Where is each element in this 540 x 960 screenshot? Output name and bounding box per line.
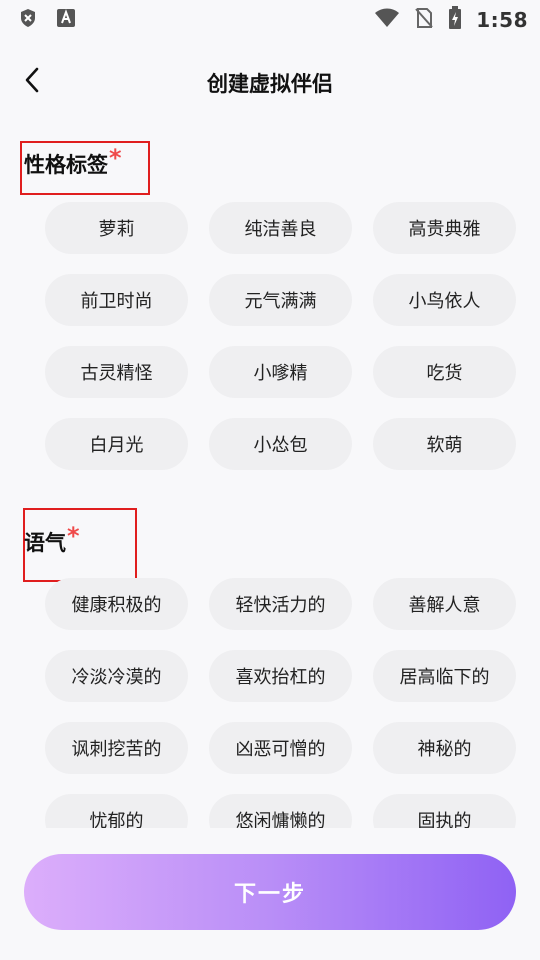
tag-chip[interactable]: 纯洁善良 <box>209 202 352 254</box>
required-mark: * <box>109 144 122 172</box>
tag-chip[interactable]: 白月光 <box>45 418 188 470</box>
status-bar: 1:58 <box>0 0 540 36</box>
tag-chip[interactable]: 凶恶可憎的 <box>209 722 352 774</box>
tag-chip[interactable]: 小鸟依人 <box>373 274 516 326</box>
tag-chip[interactable]: 高贵典雅 <box>373 202 516 254</box>
next-step-button[interactable]: 下一步 <box>24 854 516 930</box>
tag-chip[interactable]: 软萌 <box>373 418 516 470</box>
tag-chip[interactable]: 元气满满 <box>209 274 352 326</box>
tag-chip[interactable]: 小嗲精 <box>209 346 352 398</box>
tag-chip[interactable]: 固执的 <box>373 794 516 828</box>
tag-chip[interactable]: 悠闲慵懒的 <box>209 794 352 828</box>
personality-tag-grid: 萝莉 纯洁善良 高贵典雅 前卫时尚 元气满满 小鸟依人 古灵精怪 小嗲精 吃货 … <box>45 202 516 470</box>
no-sim-icon <box>414 7 434 33</box>
text-format-icon <box>56 7 76 29</box>
form-content[interactable]: 性格标签* 萝莉 纯洁善良 高贵典雅 前卫时尚 元气满满 小鸟依人 古灵精怪 小… <box>0 124 540 828</box>
tag-chip[interactable]: 讽刺挖苦的 <box>45 722 188 774</box>
tag-chip[interactable]: 居高临下的 <box>373 650 516 702</box>
shield-x-icon <box>18 7 38 29</box>
tag-chip[interactable]: 吃货 <box>373 346 516 398</box>
tone-tag-grid: 健康积极的 轻快活力的 善解人意 冷淡冷漠的 喜欢抬杠的 居高临下的 讽刺挖苦的… <box>45 578 516 828</box>
battery-charging-icon <box>448 6 462 34</box>
section-title-tone-text: 语气 <box>24 531 66 555</box>
tag-chip[interactable]: 善解人意 <box>373 578 516 630</box>
tag-chip[interactable]: 忧郁的 <box>45 794 188 828</box>
section-title-personality-text: 性格标签 <box>24 153 108 177</box>
tag-chip[interactable]: 喜欢抬杠的 <box>209 650 352 702</box>
tag-chip[interactable]: 前卫时尚 <box>45 274 188 326</box>
tag-chip[interactable]: 健康积极的 <box>45 578 188 630</box>
section-title-tone: 语气* <box>24 522 80 557</box>
wifi-icon <box>374 8 400 32</box>
tag-chip[interactable]: 萝莉 <box>45 202 188 254</box>
section-title-personality: 性格标签* <box>24 144 122 179</box>
required-mark: * <box>67 522 80 550</box>
tag-chip[interactable]: 小怂包 <box>209 418 352 470</box>
tag-chip[interactable]: 冷淡冷漠的 <box>45 650 188 702</box>
page-title: 创建虚拟伴侣 <box>207 72 333 96</box>
status-time: 1:58 <box>476 8 528 32</box>
tag-chip[interactable]: 古灵精怪 <box>45 346 188 398</box>
tag-chip[interactable]: 神秘的 <box>373 722 516 774</box>
header: 创建虚拟伴侣 <box>0 56 540 108</box>
tag-chip[interactable]: 轻快活力的 <box>209 578 352 630</box>
